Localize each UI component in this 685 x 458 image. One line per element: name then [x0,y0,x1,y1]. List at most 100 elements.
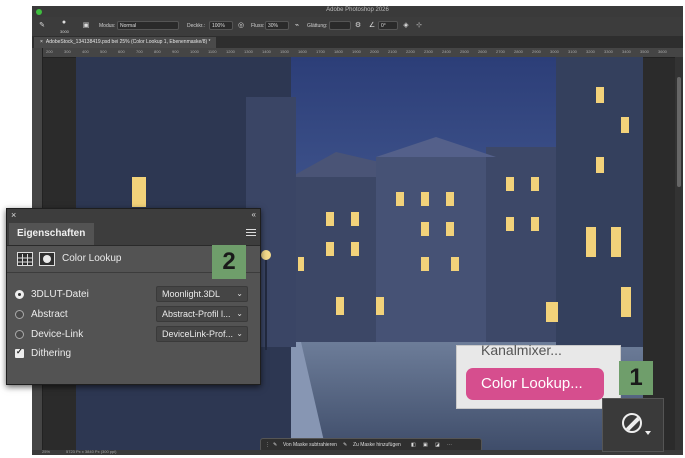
ruler-tick-label: 1800 [334,49,343,54]
document-tab-label: AdobeStock_134138419.psd bei 25% (Color … [45,39,211,45]
vertical-scrollbar[interactable] [675,57,683,450]
ruler-tick-label: 300 [64,49,71,54]
opacity-field[interactable]: 100% [209,21,233,30]
zoom-readout[interactable]: 25% [42,449,50,454]
panel-menu-icon[interactable] [246,229,256,237]
document-tab[interactable]: × AdobeStock_134138419.psd bei 25% (Color… [34,37,217,48]
ruler-tick-label: 600 [118,49,125,54]
subtract-mask-button[interactable]: Von Maske subtrahieren [283,441,337,449]
ruler-tick-label: 3400 [622,49,631,54]
label-devicelink: Device-Link [31,329,84,340]
subtract-mask-icon: ✎ [273,442,278,448]
ruler-tick-label: 500 [100,49,107,54]
invert-icon[interactable]: ◧ [411,441,416,449]
ruler-tick-label: 3200 [586,49,595,54]
dropdown-triangle-icon [645,431,651,435]
tab-close-icon[interactable]: × [40,39,43,45]
ruler-tick-label: 3100 [568,49,577,54]
chevron-down-icon: ⌄ [236,329,243,338]
ruler-tick-label: 2700 [496,49,505,54]
dropdown-3dlut-value: Moonlight.3DL [162,289,221,299]
more-options-icon[interactable]: ⋯ [447,441,452,449]
ruler-tick-label: 3600 [658,49,667,54]
mask-options-icon[interactable]: ▣ [423,441,428,449]
ruler-tick-label: 1100 [208,49,217,54]
ruler-tick-label: 700 [136,49,143,54]
panel-collapse-icon[interactable]: « [252,209,256,221]
dropdown-3dlut[interactable]: Moonlight.3DL ⌄ [156,286,248,302]
properties-panel: × « Eigenschaften Color Lookup 3DLUT-Dat… [6,208,261,385]
menu-item-color-lookup[interactable]: Color Lookup... [466,368,604,400]
smoothing-field[interactable] [329,21,351,30]
brush-settings-icon[interactable]: ▣ [82,22,90,30]
mode-label: Modus: [99,23,116,29]
brush-size-value: 3000 [60,29,69,34]
angle-field[interactable]: 0° [378,21,398,30]
smoothing-gear-icon[interactable]: ⚙ [354,22,362,30]
brush-tool-icon[interactable]: ✎ [38,22,46,30]
panel-tab-strip: Eigenschaften [7,221,260,246]
label-3dlut: 3DLUT-Datei [31,289,89,300]
chevron-down-icon: ⌄ [236,289,243,298]
dropdown-abstract[interactable]: Abstract-Profil l... ⌄ [156,306,248,322]
ruler-tick-label: 2600 [478,49,487,54]
adjustment-table-icon[interactable] [17,252,33,266]
ruler-tick-label: 2000 [370,49,379,54]
ruler-tick-label: 1400 [262,49,271,54]
ruler-tick-label: 2400 [442,49,451,54]
panel-title-strip: × « [7,209,260,221]
app-title: Adobe Photoshop 2026 [326,7,389,13]
document-tabs: × AdobeStock_134138419.psd bei 25% (Color… [32,36,683,48]
ruler-tick-label: 2900 [532,49,541,54]
ruler-tick-label: 2100 [388,49,397,54]
symmetry-icon[interactable]: ⊹ [415,22,423,30]
smoothing-label: Glättung: [307,23,328,29]
flow-field[interactable]: 30% [265,21,289,30]
step-badge-2: 2 [212,245,246,279]
add-mask-icon: ✎ [343,442,348,448]
pressure-size-icon[interactable]: ◈ [402,22,410,30]
dithering-checkbox[interactable] [15,347,24,358]
airbrush-icon[interactable]: ⌁ [293,22,301,30]
ruler-tick-label: 400 [82,49,89,54]
radio-3dlut[interactable] [15,290,24,299]
title-bar: Adobe Photoshop 2026 [32,6,683,17]
dropdown-devicelink[interactable]: DeviceLink-Prof... ⌄ [156,326,248,342]
adjustment-menu: Kanalmixer... Color Lookup... [456,342,621,409]
menu-item-kanalmixer[interactable]: Kanalmixer... [481,342,562,358]
status-bar: 25% 5723 Px x 3840 Px (300 ppi) [32,449,683,455]
ruler-tick-label: 2300 [424,49,433,54]
adjustment-layer-button[interactable] [602,398,664,452]
layer-mask-icon[interactable] [39,252,55,266]
ruler-tick-label: 2500 [460,49,469,54]
half-circle-adjustment-icon [622,413,642,433]
row-devicelink[interactable]: Device-Link DeviceLink-Prof... ⌄ [15,326,255,344]
fill-icon[interactable]: ◪ [435,441,440,449]
taskbar-grip-icon[interactable]: ⋮ [265,441,270,449]
row-abstract[interactable]: Abstract Abstract-Profil l... ⌄ [15,306,255,324]
chevron-down-icon: ⌄ [236,309,243,318]
adjustment-title: Color Lookup [62,253,122,264]
radio-devicelink[interactable] [15,330,24,339]
opacity-label: Deckkr.: [187,23,206,29]
ruler-tick-label: 3500 [640,49,649,54]
row-dithering[interactable]: Dithering [15,345,255,363]
ruler-tick-label: 1700 [316,49,325,54]
mode-select[interactable]: Normal [117,21,179,30]
ruler-tick-label: 800 [154,49,161,54]
ruler-tick-label: 1500 [280,49,289,54]
ruler-tick-label: 1600 [298,49,307,54]
radio-abstract[interactable] [15,310,24,319]
row-3dlut[interactable]: 3DLUT-Datei Moonlight.3DL ⌄ [15,286,255,304]
document-info: 5723 Px x 3840 Px (300 ppi) [66,449,117,454]
tab-eigenschaften[interactable]: Eigenschaften [9,223,94,245]
dropdown-devicelink-value: DeviceLink-Prof... [162,329,234,339]
add-mask-button[interactable]: Zu Maske hinzufügen [353,441,401,449]
step-badge-1: 1 [619,361,653,395]
brush-preset-icon[interactable]: ● [60,19,68,27]
pressure-opacity-icon[interactable]: ◎ [237,22,245,30]
ruler-tick-label: 900 [172,49,179,54]
angle-icon: ∠ [368,22,376,29]
scroll-thumb[interactable] [677,77,681,187]
panel-close-icon[interactable]: × [11,209,16,221]
